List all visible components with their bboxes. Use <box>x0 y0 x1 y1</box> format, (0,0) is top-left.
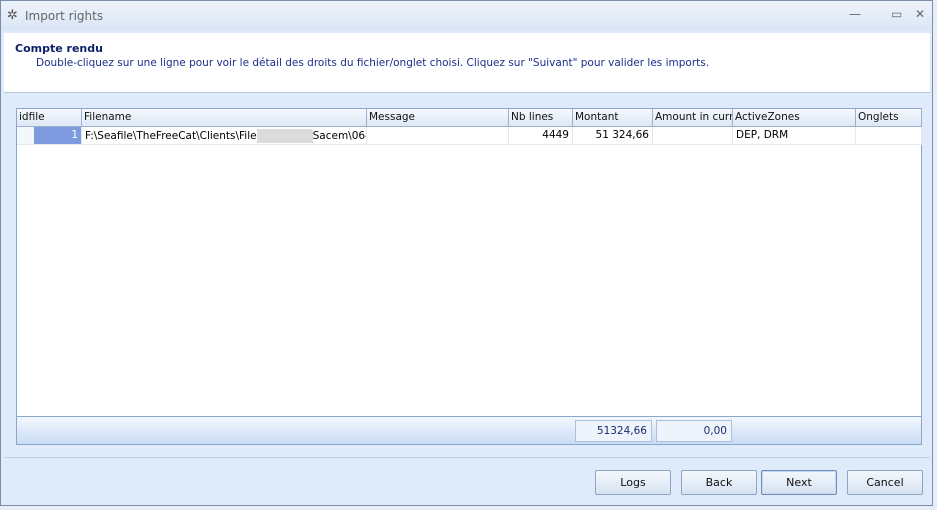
column-header-message[interactable]: Message <box>367 109 509 127</box>
column-header-nb-lines[interactable]: Nb lines <box>509 109 573 127</box>
cancel-button[interactable]: Cancel <box>847 470 923 495</box>
app-icon: ✲ <box>7 8 18 23</box>
logs-button[interactable]: Logs <box>595 470 671 495</box>
column-header-filename[interactable]: Filename <box>82 109 367 127</box>
filename-start: F:\Seafile\TheFreeCat\Clients\File <box>85 130 257 142</box>
blurred-region <box>256 129 313 143</box>
close-icon[interactable]: ✕ <box>915 7 925 21</box>
column-header-onglets[interactable]: Onglets <box>856 109 922 127</box>
cell-onglets[interactable] <box>856 127 922 145</box>
results-grid[interactable]: idfile Filename Message Nb lines Montant… <box>16 108 922 417</box>
divider <box>4 457 930 458</box>
window-title: Import rights <box>25 9 104 23</box>
cell-montant[interactable]: 51 324,66 <box>573 127 653 145</box>
cell-amount[interactable] <box>653 127 733 145</box>
page-title: Compte rendu <box>15 42 103 55</box>
back-button[interactable]: Back <box>681 470 757 495</box>
cell-message[interactable] <box>367 127 509 145</box>
column-header-activezones[interactable]: ActiveZones <box>733 109 856 127</box>
cell-filename[interactable]: F:\Seafile\TheFreeCat\Clients\File Sacem\… <box>82 127 367 145</box>
instructions: Double-cliquez sur une ligne pour voir l… <box>36 57 710 69</box>
maximize-icon[interactable]: ▭ <box>891 7 902 21</box>
total-amount: 0,00 <box>656 420 732 442</box>
header-panel: Compte rendu Double-cliquez sur une lign… <box>4 33 930 93</box>
column-header-montant[interactable]: Montant <box>573 109 653 127</box>
totals-footer: 51324,66 0,00 <box>16 416 922 445</box>
import-rights-window: ✲ Import rights — ▭ ✕ Compte rendu Doubl… <box>0 0 933 506</box>
minimize-icon[interactable]: — <box>849 7 861 21</box>
cell-nb-lines[interactable]: 4449 <box>509 127 573 145</box>
filename-end: Sacem\0640_ <box>312 130 366 142</box>
next-button[interactable]: Next <box>761 470 837 495</box>
title-bar[interactable]: ✲ Import rights — ▭ ✕ <box>1 1 932 31</box>
cell-activezones[interactable]: DEP, DRM <box>733 127 856 145</box>
column-header-amount[interactable]: Amount in curre <box>653 109 733 127</box>
cell-idfile[interactable]: 1 <box>17 127 82 145</box>
column-header-idfile[interactable]: idfile <box>17 109 82 127</box>
total-montant: 51324,66 <box>575 420 652 442</box>
